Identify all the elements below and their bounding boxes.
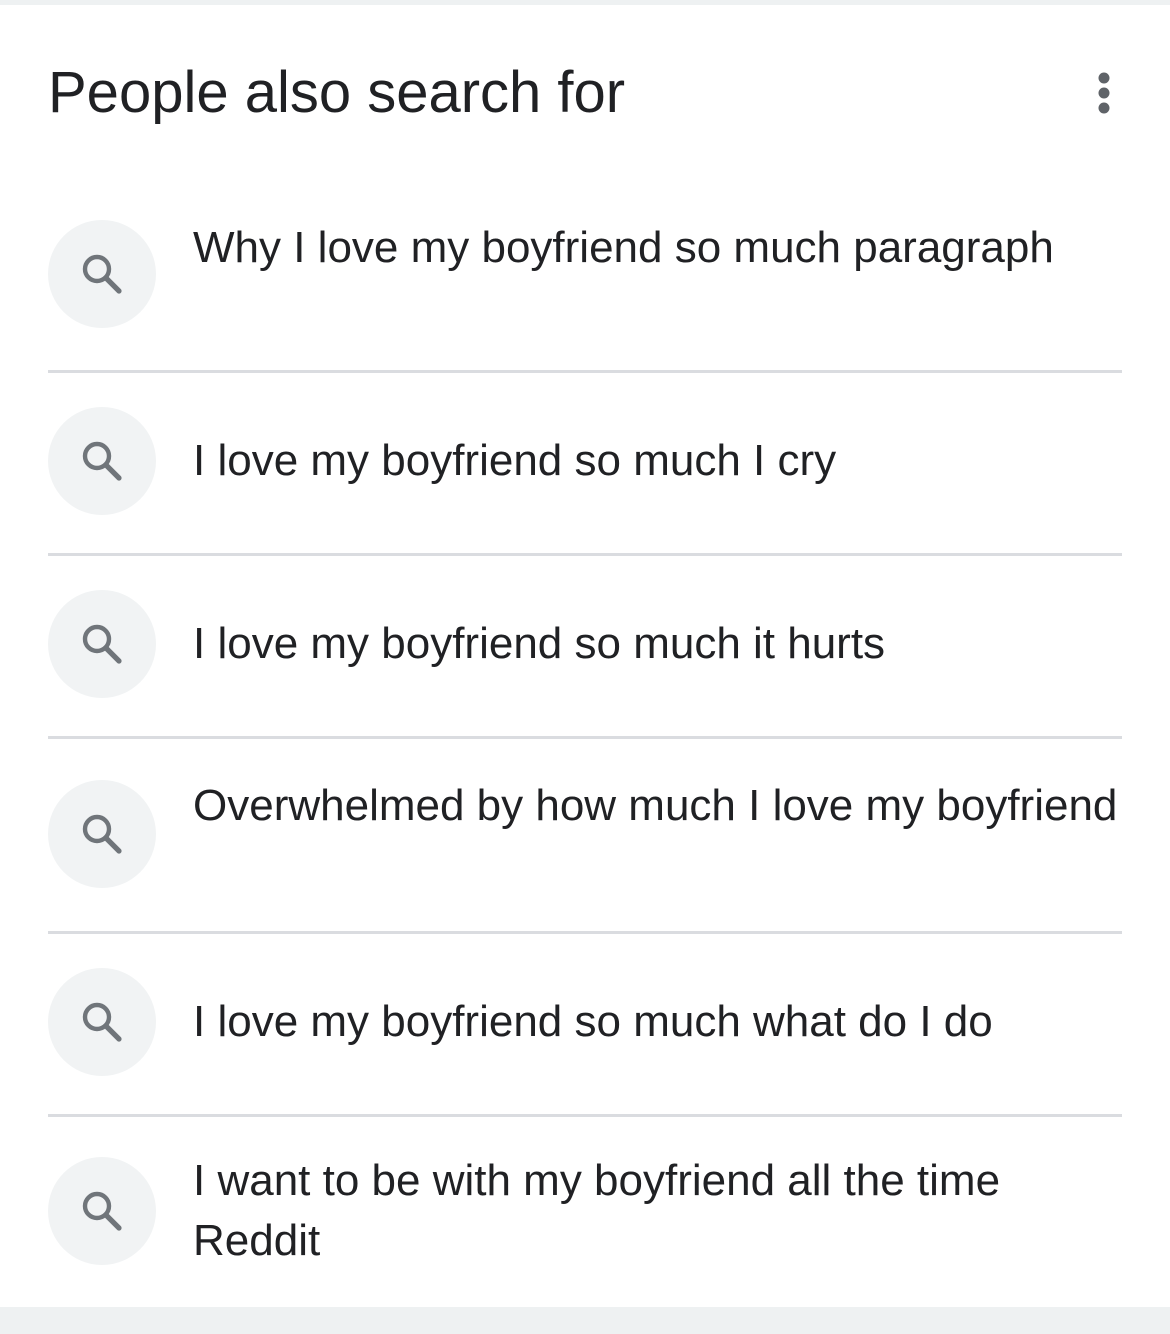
search-icon-circle	[48, 220, 156, 328]
search-icon-circle	[48, 968, 156, 1076]
related-searches-list: Why I love my boyfriend so much paragrap…	[48, 180, 1122, 1310]
related-search-label: I want to be with my boyfriend all the t…	[193, 1156, 1001, 1265]
card-title: People also search for	[48, 60, 626, 125]
search-icon-circle	[48, 590, 156, 698]
search-icon	[82, 1191, 122, 1231]
related-search-item[interactable]: I love my boyfriend so much it hurts	[48, 556, 1122, 739]
related-search-label: Overwhelmed by how much I love my boyfri…	[193, 781, 1118, 830]
search-icon-circle	[48, 1157, 156, 1265]
search-icon-circle	[48, 780, 156, 888]
search-icon-circle	[48, 407, 156, 515]
more-options-button[interactable]	[1086, 61, 1122, 125]
related-search-label: I love my boyfriend so much it hurts	[193, 619, 886, 668]
search-icon	[82, 1002, 122, 1042]
related-search-label: I love my boyfriend so much I cry	[193, 436, 837, 485]
search-icon	[82, 254, 122, 294]
related-search-label: Why I love my boyfriend so much paragrap…	[193, 223, 1054, 272]
related-search-item[interactable]: Why I love my boyfriend so much paragrap…	[48, 180, 1122, 373]
search-icon	[82, 814, 122, 854]
related-search-label: I love my boyfriend so much what do I do	[193, 997, 993, 1046]
related-search-item[interactable]: I love my boyfriend so much I cry	[48, 373, 1122, 556]
more-vert-icon	[1098, 72, 1110, 114]
related-search-item[interactable]: Overwhelmed by how much I love my boyfri…	[48, 739, 1122, 934]
search-icon	[82, 441, 122, 481]
related-search-item[interactable]: I want to be with my boyfriend all the t…	[48, 1117, 1122, 1310]
card-header: People also search for	[48, 57, 1122, 129]
search-icon	[82, 624, 122, 664]
related-search-item[interactable]: I love my boyfriend so much what do I do	[48, 934, 1122, 1117]
people-also-search-card: People also search for Why I love my boy…	[0, 5, 1170, 1307]
